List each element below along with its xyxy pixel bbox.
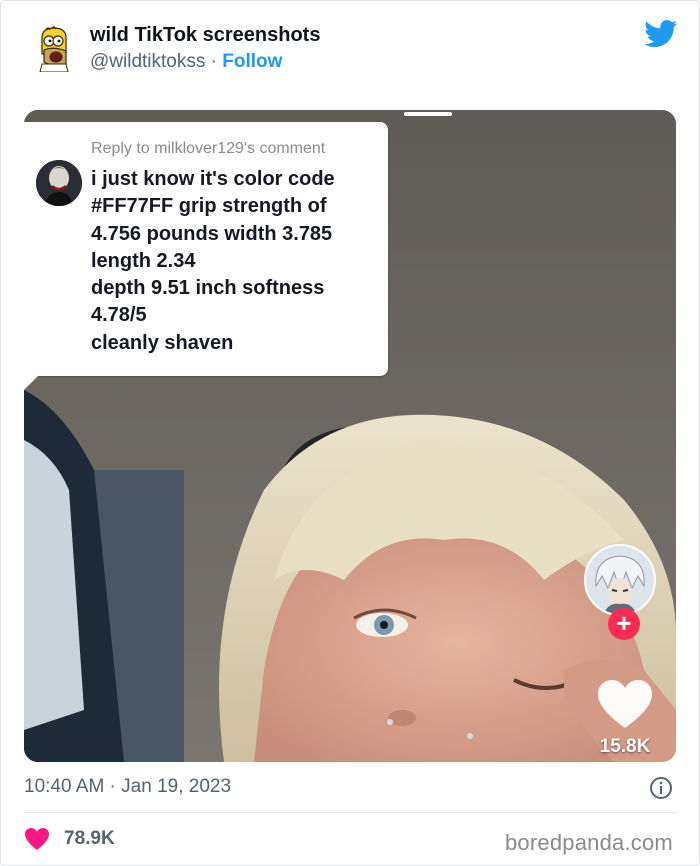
boredpanda-watermark: boredpanda.com: [505, 830, 673, 855]
author-handle-line: @wildtiktokss · Follow: [90, 51, 282, 73]
reply-to-label: Reply to milklover129's comment: [91, 140, 326, 157]
comment-line: 4.78/5: [91, 304, 147, 327]
heart-icon[interactable]: [24, 827, 50, 851]
comment-line: #FF77FF grip strength of: [91, 195, 327, 218]
tweet-header: wild TikTok screenshots @wildtiktokss · …: [0, 0, 700, 100]
heart-icon[interactable]: [596, 678, 654, 730]
comment-line: cleanly shaven: [91, 331, 234, 354]
comment-line: 4.756 pounds width 3.785: [91, 222, 333, 245]
comment-text: i just know it's color code #FF77FF grip…: [91, 166, 381, 357]
info-icon[interactable]: [649, 776, 673, 800]
follow-link[interactable]: Follow: [222, 51, 282, 72]
tweet-like-count: 78.9K: [64, 828, 115, 849]
video-like-count: 15.8K: [599, 736, 651, 757]
author-handle[interactable]: @wildtiktokss: [90, 51, 205, 72]
handle-separator: ·: [210, 51, 217, 72]
author-avatar[interactable]: [32, 24, 76, 72]
tweet-divider: [24, 812, 676, 813]
comment-line: length 2.34: [91, 249, 196, 272]
follow-plus-button[interactable]: +: [608, 608, 640, 640]
tweet-timestamp[interactable]: 10:40 AM · Jan 19, 2023: [24, 776, 231, 798]
tiktok-video[interactable]: Reply to milklover129's comment i just k…: [24, 110, 676, 762]
video-progress-indicator: [404, 112, 452, 116]
bubble-tail: [24, 376, 38, 390]
commenter-avatar: [36, 160, 82, 206]
creator-avatar[interactable]: [584, 544, 656, 616]
author-name[interactable]: wild TikTok screenshots: [90, 24, 320, 47]
reply-comment-bubble: Reply to milklover129's comment i just k…: [24, 122, 388, 390]
twitter-bird-icon[interactable]: [644, 20, 678, 48]
comment-line: i just know it's color code: [91, 168, 335, 190]
comment-line: depth 9.51 inch softness: [91, 277, 325, 300]
